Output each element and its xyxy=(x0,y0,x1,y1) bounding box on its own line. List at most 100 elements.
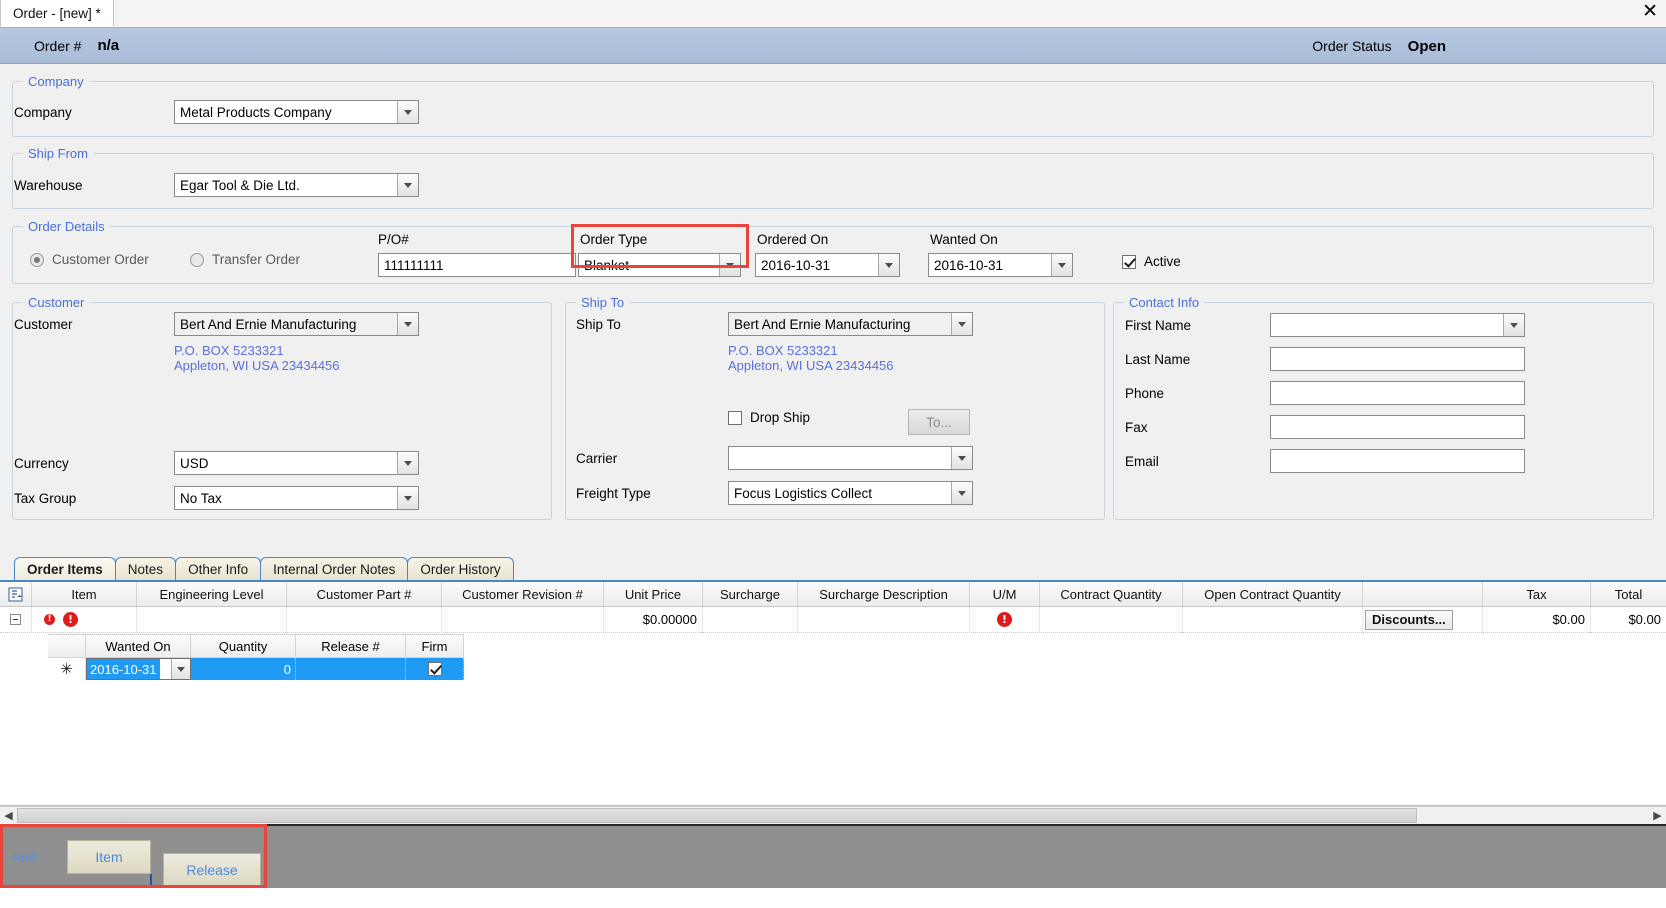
grid-col-blank[interactable] xyxy=(1363,582,1483,606)
document-tab-order[interactable]: Order - [new] * xyxy=(0,0,114,27)
grid-col-open-contract-quantity[interactable]: Open Contract Quantity xyxy=(1183,582,1363,606)
chevron-down-icon[interactable] xyxy=(397,452,418,474)
grid-col-total[interactable]: Total xyxy=(1591,582,1666,606)
chevron-down-icon[interactable] xyxy=(719,254,740,276)
grid-col-um[interactable]: U/M xyxy=(970,582,1040,606)
transfer-order-radio[interactable]: Transfer Order xyxy=(190,252,300,267)
wanted-on-datepicker[interactable]: 2016-10-31 xyxy=(928,253,1073,277)
tab-internal-order-notes[interactable]: Internal Order Notes xyxy=(260,557,409,580)
order-type-combobox[interactable]: Blanket xyxy=(578,253,741,277)
active-checkbox[interactable]: Active xyxy=(1122,254,1181,269)
customer-combobox[interactable]: Bert And Ernie Manufacturing xyxy=(174,312,419,336)
releases-row[interactable]: ✳ 2016-10-31 0 xyxy=(48,658,464,680)
row-customer-revision-cell[interactable] xyxy=(442,606,604,633)
last-name-label: Last Name xyxy=(1125,351,1191,367)
grid-col-tax[interactable]: Tax xyxy=(1483,582,1591,606)
currency-value: USD xyxy=(180,456,209,471)
chevron-down-icon[interactable] xyxy=(951,482,972,504)
ship-to-combobox[interactable]: Bert And Ernie Manufacturing xyxy=(728,312,973,336)
firm-cell[interactable] xyxy=(406,658,464,680)
chevron-down-icon[interactable] xyxy=(397,174,418,196)
customer-order-radio[interactable]: Customer Order xyxy=(30,252,149,267)
last-name-input[interactable] xyxy=(1270,347,1525,371)
drop-ship-to-button[interactable]: To... xyxy=(908,409,970,435)
grid-col-surcharge-description[interactable]: Surcharge Description xyxy=(798,582,970,606)
warehouse-combobox[interactable]: Egar Tool & Die Ltd. xyxy=(174,173,419,197)
tax-group-combobox[interactable]: No Tax xyxy=(174,486,419,510)
chevron-down-icon[interactable] xyxy=(951,313,972,335)
collapse-icon[interactable] xyxy=(10,614,21,625)
discounts-button[interactable]: Discounts... xyxy=(1365,609,1453,630)
email-input[interactable] xyxy=(1270,449,1525,473)
row-item-cell[interactable]: ! ! xyxy=(32,606,137,633)
carrier-row: Carrier xyxy=(576,446,973,470)
row-contract-quantity-cell[interactable] xyxy=(1040,606,1183,633)
row-customer-part-cell[interactable] xyxy=(287,606,442,633)
scrollbar-track[interactable] xyxy=(17,807,1649,824)
chevron-down-icon[interactable] xyxy=(878,254,899,276)
close-icon[interactable]: ✕ xyxy=(1642,2,1658,21)
wanted-on-cell-value: 2016-10-31 xyxy=(87,659,160,679)
tab-order-history[interactable]: Order History xyxy=(407,557,514,580)
drop-ship-checkbox[interactable]: Drop Ship xyxy=(728,410,810,425)
grid-settings-icon[interactable] xyxy=(0,582,32,606)
grid-col-contract-quantity[interactable]: Contract Quantity xyxy=(1040,582,1183,606)
chevron-down-icon[interactable] xyxy=(397,487,418,509)
tab-notes[interactable]: Notes xyxy=(114,557,177,580)
phone-input[interactable] xyxy=(1270,381,1525,405)
chevron-down-icon[interactable] xyxy=(951,447,972,469)
grid-col-item[interactable]: Item xyxy=(32,582,137,606)
radio-indicator-customer-order[interactable] xyxy=(30,252,44,267)
checkbox-indicator-firm[interactable] xyxy=(427,662,442,676)
row-discounts-cell[interactable]: Discounts... xyxy=(1363,606,1483,633)
row-unit-price-cell[interactable]: $0.00000 xyxy=(604,606,703,633)
chevron-down-icon[interactable] xyxy=(1051,254,1072,276)
email-label: Email xyxy=(1125,453,1159,469)
row-open-contract-quantity-cell[interactable] xyxy=(1183,606,1363,633)
releases-col-release-number[interactable]: Release # xyxy=(296,634,406,658)
row-expander-cell[interactable] xyxy=(0,606,32,633)
chevron-down-icon[interactable] xyxy=(397,101,418,123)
releases-col-wanted-on[interactable]: Wanted On xyxy=(86,634,191,658)
company-combobox[interactable]: Metal Products Company xyxy=(174,100,419,124)
row-total-cell[interactable]: $0.00 xyxy=(1591,607,1666,633)
quantity-cell[interactable]: 0 xyxy=(191,658,296,680)
grid-col-customer-part[interactable]: Customer Part # xyxy=(287,582,442,606)
freight-type-combobox[interactable]: Focus Logistics Collect xyxy=(728,481,973,505)
row-um-cell[interactable]: ! xyxy=(970,606,1040,633)
first-name-combobox[interactable] xyxy=(1270,313,1525,337)
table-row[interactable]: ! ! $0.00000 ! Discounts... $0.00 $0.00 xyxy=(0,606,1666,633)
chevron-down-icon[interactable] xyxy=(171,659,190,679)
grid-col-unit-price[interactable]: Unit Price xyxy=(604,582,703,606)
chevron-down-icon[interactable] xyxy=(1503,314,1524,336)
grid-horizontal-scrollbar[interactable]: ◀ ▶ xyxy=(0,806,1666,824)
add-item-button[interactable]: Item xyxy=(67,840,152,874)
grid-col-engineering-level[interactable]: Engineering Level xyxy=(137,582,287,606)
carrier-combobox[interactable] xyxy=(728,446,973,470)
tab-other-info[interactable]: Other Info xyxy=(175,557,262,580)
checkbox-indicator-active[interactable] xyxy=(1122,254,1136,269)
fax-input[interactable] xyxy=(1270,415,1525,439)
row-surcharge-description-cell[interactable] xyxy=(798,606,970,633)
grid-col-surcharge[interactable]: Surcharge xyxy=(703,582,798,606)
scrollbar-thumb[interactable] xyxy=(17,808,1417,823)
warehouse-value: Egar Tool & Die Ltd. xyxy=(180,178,300,193)
chevron-left-icon[interactable]: ◀ xyxy=(0,807,17,824)
grid-col-customer-revision[interactable]: Customer Revision # xyxy=(442,582,604,606)
checkbox-indicator-drop-ship[interactable] xyxy=(728,410,742,425)
releases-col-firm[interactable]: Firm xyxy=(406,634,464,658)
radio-indicator-transfer-order[interactable] xyxy=(190,252,204,267)
row-engineering-level-cell[interactable] xyxy=(137,606,287,633)
wanted-on-cell-editor[interactable]: 2016-10-31 xyxy=(86,658,191,680)
releases-col-quantity[interactable]: Quantity xyxy=(191,634,296,658)
row-surcharge-cell[interactable] xyxy=(703,606,798,633)
warehouse-row: Warehouse Egar Tool & Die Ltd. xyxy=(14,173,419,197)
tab-order-items[interactable]: Order Items xyxy=(14,557,116,580)
ordered-on-datepicker[interactable]: 2016-10-31 xyxy=(755,253,900,277)
currency-combobox[interactable]: USD xyxy=(174,451,419,475)
chevron-right-icon[interactable]: ▶ xyxy=(1649,807,1666,824)
chevron-down-icon[interactable] xyxy=(397,313,418,335)
row-tax-cell[interactable]: $0.00 xyxy=(1483,606,1591,633)
po-input[interactable]: 111111111 xyxy=(378,253,576,277)
release-number-cell[interactable] xyxy=(296,658,406,680)
